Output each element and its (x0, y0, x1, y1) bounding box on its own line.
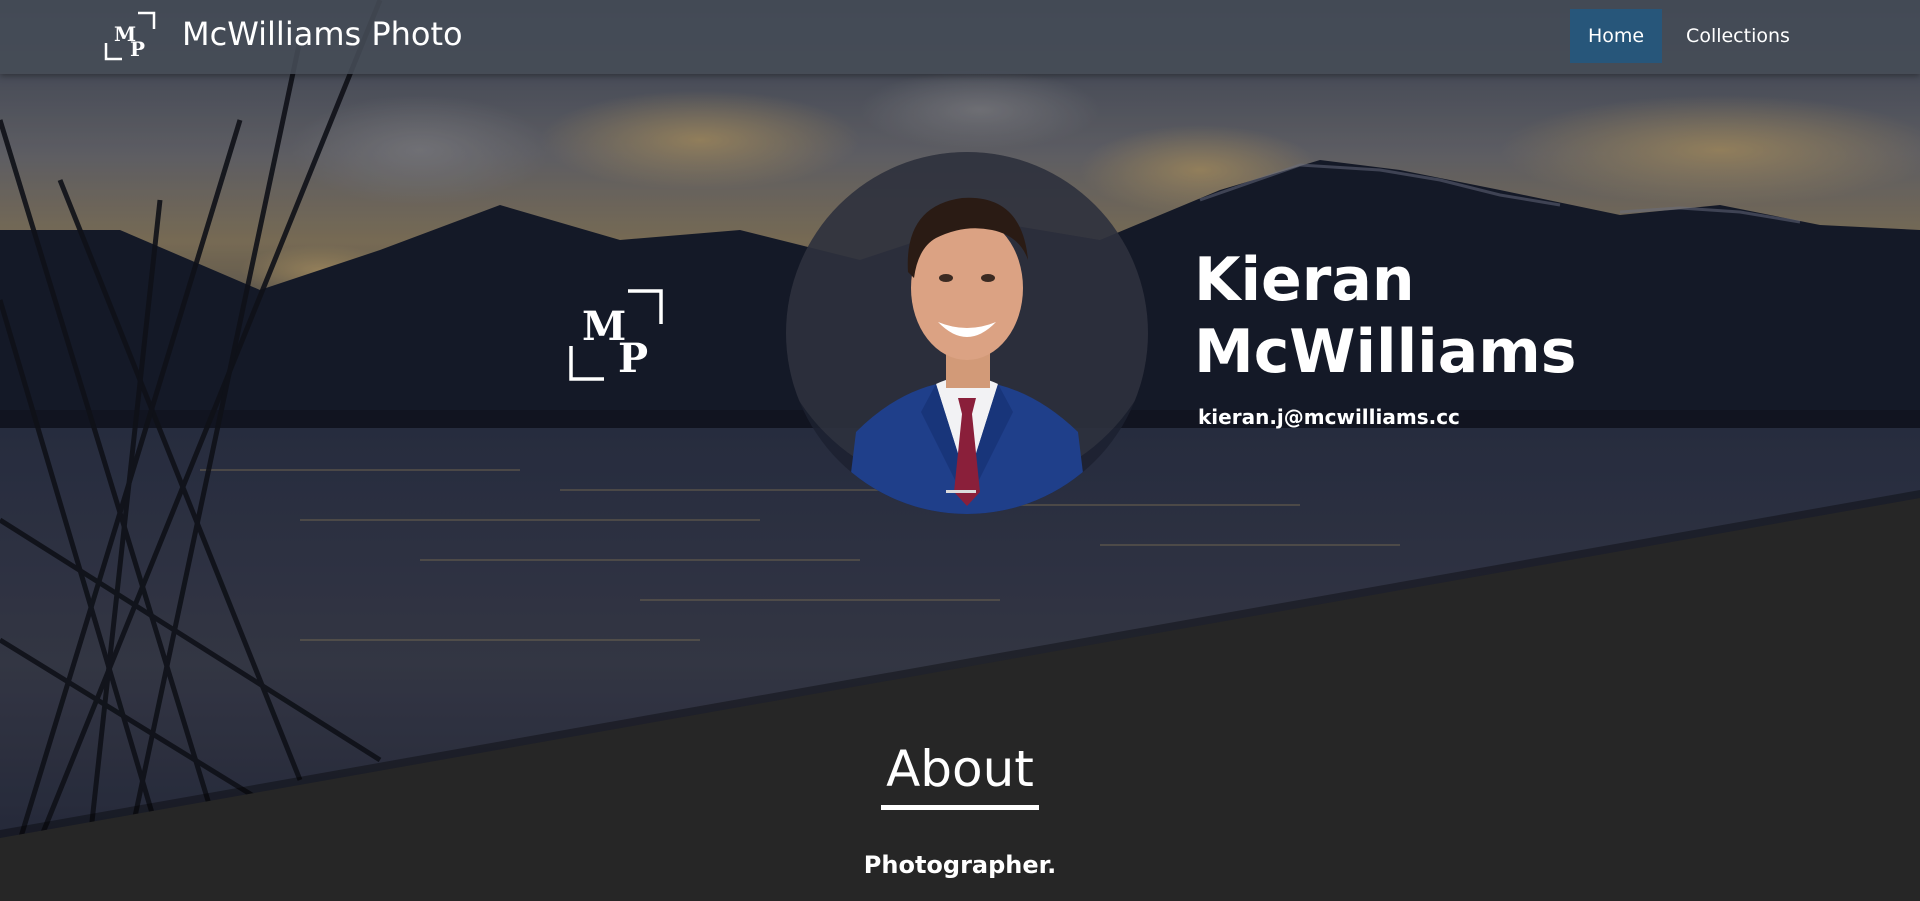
nav-home-link[interactable]: Home (1570, 9, 1662, 63)
about-heading: About (886, 740, 1034, 798)
navbar: M P McWilliams Photo Home Collections (0, 0, 1920, 74)
profile-first-name: Kieran (1194, 245, 1415, 315)
nav-collections-link[interactable]: Collections (1674, 9, 1802, 63)
profile-avatar (786, 152, 1148, 514)
profile-last-name: McWilliams (1194, 317, 1577, 387)
profile-email-link[interactable]: kieran.j@mcwilliams.cc (1198, 404, 1460, 430)
brand-name[interactable]: McWilliams Photo (182, 14, 463, 54)
logo-letter-p: P (130, 37, 145, 61)
about-subtitle: Photographer. (863, 851, 1057, 879)
profile-name: Kieran McWilliams (1194, 244, 1694, 388)
mp-logo-icon: M P (569, 289, 663, 382)
mp-logo-icon[interactable]: M P (104, 11, 156, 61)
logo-letter-p: P (618, 335, 648, 382)
profile-portrait-image (786, 152, 1148, 514)
about-heading-underline (881, 805, 1039, 810)
